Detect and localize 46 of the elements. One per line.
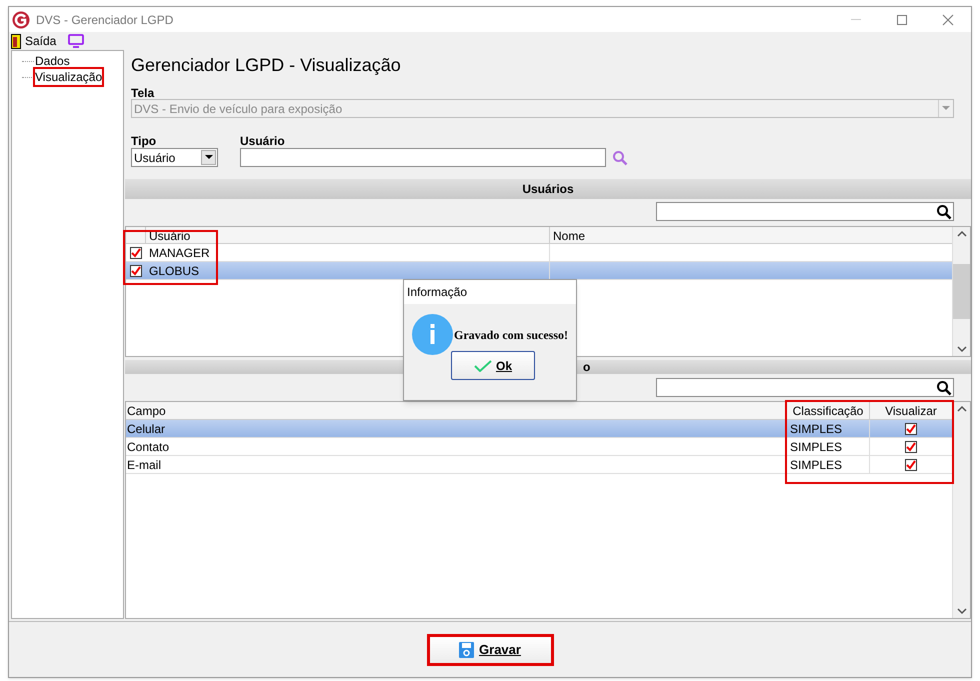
- user-input[interactable]: [240, 148, 606, 167]
- window-title: DVS - Gerenciador LGPD: [36, 12, 174, 28]
- table-row[interactable]: Contato SIMPLES: [126, 438, 952, 456]
- table-row[interactable]: E-mail SIMPLES: [126, 456, 952, 474]
- column-header[interactable]: Visualizar: [870, 402, 952, 420]
- info-icon: [412, 314, 453, 355]
- dropdown-arrow-icon: [204, 155, 212, 160]
- checkbox[interactable]: [130, 264, 142, 276]
- tree-item[interactable]: Dados: [34, 52, 71, 70]
- tree-item[interactable]: Visualização: [34, 68, 104, 86]
- search-field[interactable]: [656, 378, 954, 397]
- dropdown-arrow-icon: [942, 106, 950, 111]
- field-label: Tela: [130, 85, 156, 99]
- monitor-icon[interactable]: [68, 34, 84, 48]
- field-label: Tipo: [131, 133, 158, 147]
- scrollbar[interactable]: [952, 402, 970, 618]
- checkmark-icon: [474, 360, 492, 372]
- table-row[interactable]: GLOBUS: [126, 262, 952, 280]
- checkbox[interactable]: [905, 422, 917, 434]
- search-icon[interactable]: [936, 204, 952, 220]
- page-heading: Gerenciador LGPD - Visualização: [130, 54, 402, 77]
- checkbox[interactable]: [905, 458, 917, 470]
- search-icon[interactable]: [936, 380, 952, 396]
- scroll-thumb[interactable]: [953, 264, 970, 319]
- door-icon: [11, 34, 21, 48]
- section-title: Usuários: [522, 181, 574, 198]
- checkbox[interactable]: [130, 246, 142, 258]
- column-header[interactable]: Usuário: [146, 227, 550, 243]
- scrollbar[interactable]: [952, 227, 970, 356]
- table-cell: SIMPLES: [787, 456, 870, 474]
- table-cell: E-mail: [126, 456, 787, 474]
- type-select[interactable]: Usuário: [131, 148, 218, 167]
- table-row[interactable]: Celular SIMPLES: [126, 420, 952, 438]
- dialog-message: Gravado com sucesso!: [454, 326, 568, 344]
- field-label: Usuário: [240, 133, 286, 147]
- table-row[interactable]: MANAGER: [126, 244, 952, 262]
- close-icon: [942, 14, 954, 26]
- search-field[interactable]: [656, 202, 954, 221]
- exit-button[interactable]: Saída: [11, 32, 56, 50]
- checkbox[interactable]: [905, 440, 917, 452]
- section-title: o: [583, 359, 590, 376]
- dialog-title: Informação: [404, 280, 576, 304]
- save-button[interactable]: Gravar: [426, 634, 554, 666]
- column-header[interactable]: Nome: [550, 227, 952, 243]
- logo-icon: [12, 10, 30, 28]
- ok-button[interactable]: Ok: [451, 351, 535, 380]
